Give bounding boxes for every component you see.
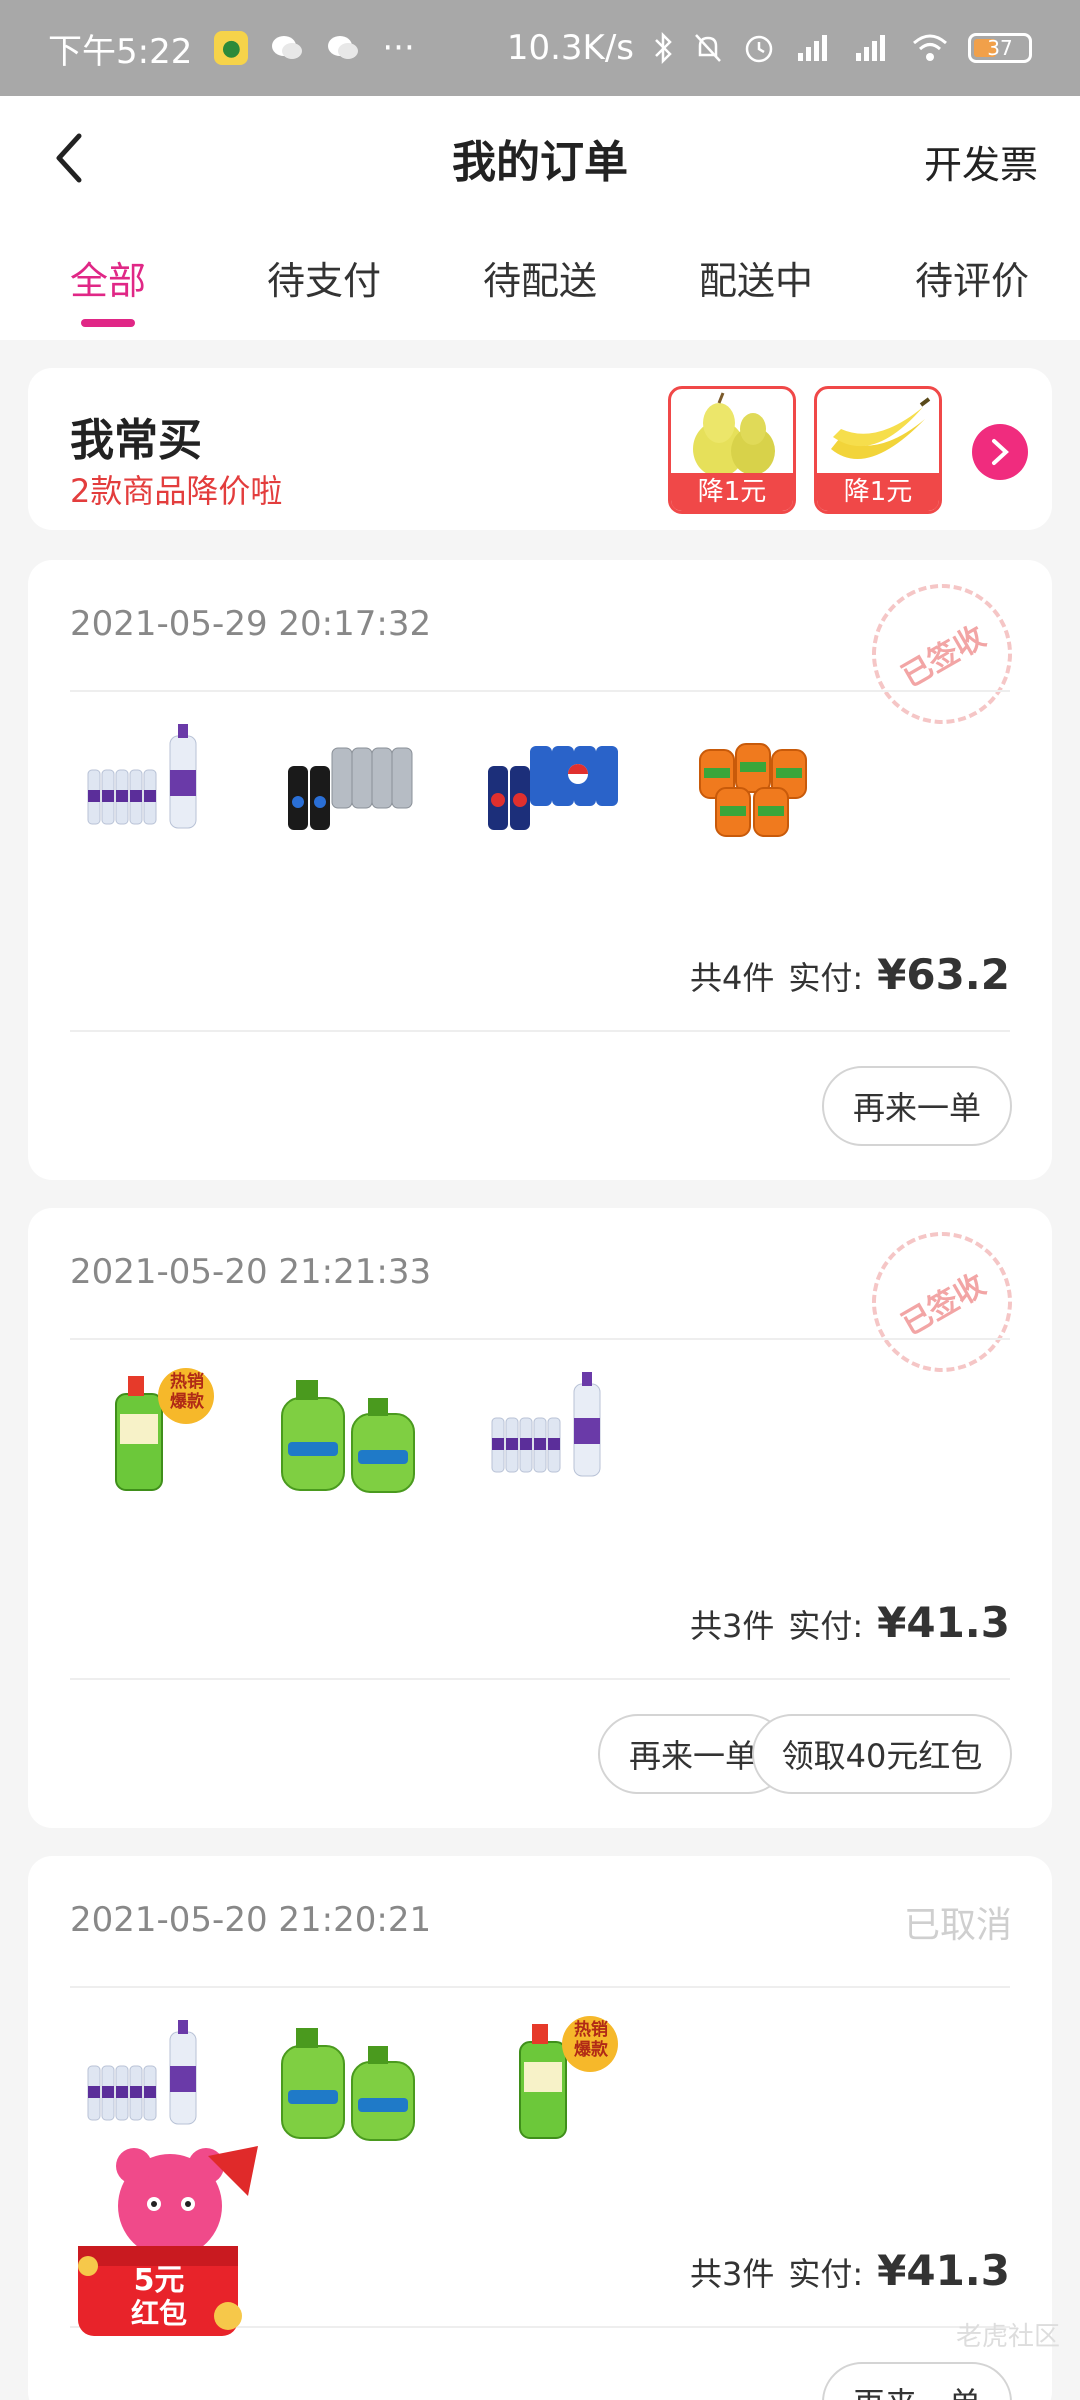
pear-icon	[693, 392, 775, 477]
order-price: ¥63.2	[877, 950, 1010, 999]
tab-label: 待配送	[482, 259, 597, 303]
order-price: ¥41.3	[877, 2246, 1010, 2295]
chevron-left-icon	[56, 133, 82, 183]
battery-level: 37	[987, 36, 1013, 60]
more-notifications: ···	[382, 28, 415, 68]
product-list	[70, 710, 826, 860]
order-summary: 共3件 实付: ¥41.3	[690, 2246, 1010, 2295]
reorder-button[interactable]: 再来一单	[822, 1066, 1012, 1146]
red-packet-label: 红包	[130, 2297, 187, 2330]
divider	[70, 690, 1010, 692]
page-title: 我的订单	[452, 137, 628, 188]
item-count: 共3件	[689, 2255, 775, 2293]
tab-label: 待支付	[266, 259, 381, 303]
back-button[interactable]	[44, 128, 94, 188]
app-notification-icon: ●	[214, 31, 249, 65]
signal-icon	[856, 35, 885, 61]
hot-sale-label: 热销	[170, 1372, 204, 1392]
tab-indicator	[81, 319, 135, 327]
wechat-icon	[326, 31, 360, 65]
order-price: ¥41.3	[877, 1598, 1010, 1647]
hot-sale-label: 爆款	[574, 2040, 608, 2060]
order-card[interactable]: 2021-05-20 21:21:33 已签收 热销 爆款 共3件 实付: ¥4…	[28, 1206, 1052, 1828]
status-time: 下午5:22	[48, 31, 193, 72]
favorite-item[interactable]: 降1元	[814, 386, 942, 514]
divider	[70, 1986, 1010, 1988]
order-date: 2021-05-29 20:17:32	[70, 604, 432, 644]
paid-label: 实付:	[788, 959, 864, 997]
favorite-item[interactable]: 降1元	[668, 386, 796, 514]
item-count: 共3件	[689, 1607, 775, 1645]
tab-pending-payment[interactable]: 待支付	[216, 220, 432, 340]
tab-label: 全部	[69, 259, 146, 303]
reorder-button[interactable]: 再来一单	[822, 2362, 1012, 2400]
water-pack-image	[474, 1358, 624, 1508]
banana-icon	[831, 397, 931, 459]
frequently-bought-title: 我常买	[70, 415, 202, 466]
mute-bell-icon	[695, 34, 721, 62]
network-speed: 10.3K/s	[506, 28, 634, 68]
frequently-bought-card[interactable]: 我常买 2款商品降价啦 降1元 降1元	[28, 368, 1052, 530]
pepsi-pack-image	[474, 710, 624, 860]
product-list: 热销 爆款	[70, 1358, 624, 1508]
watermark: 老虎社区	[955, 2322, 1060, 2352]
divider	[70, 1678, 1010, 1680]
dish-soap-image: 热销 爆款	[70, 1358, 220, 1508]
price-drop-tag: 降1元	[817, 473, 939, 511]
price-drop-tag: 降1元	[671, 473, 793, 511]
hand-soap-image	[272, 2006, 422, 2156]
water-pack-image	[70, 710, 220, 860]
tab-label: 待评价	[914, 259, 1029, 303]
divider	[70, 1338, 1010, 1340]
dish-soap-image: 热销 爆款	[474, 2006, 624, 2156]
chevron-right-icon	[992, 439, 1009, 465]
order-summary: 共3件 实付: ¥41.3	[690, 1598, 1010, 1647]
signed-stamp: 已签收	[846, 1206, 1038, 1398]
pepsi-zero-pack-image	[272, 710, 422, 860]
battery-icon: 37	[968, 33, 1032, 63]
red-packet-amount: 5元	[133, 2263, 185, 2298]
red-packet-floating-button[interactable]: 5元 红包	[58, 2136, 268, 2346]
order-summary: 共4件 实付: ¥63.2	[690, 950, 1010, 999]
alarm-icon	[745, 35, 773, 63]
tab-delivering[interactable]: 配送中	[648, 220, 864, 340]
bluetooth-icon	[655, 31, 672, 65]
more-favorites-button[interactable]	[972, 424, 1028, 480]
tab-all[interactable]: 全部	[0, 220, 216, 340]
order-tabs: 全部 待支付 待配送 配送中 待评价	[0, 220, 1080, 340]
wechat-icon	[270, 31, 304, 65]
wifi-icon	[913, 34, 947, 61]
hand-soap-image	[272, 1358, 422, 1508]
tab-pending-delivery[interactable]: 待配送	[432, 220, 648, 340]
page-header: 我的订单 开发票	[0, 96, 1080, 220]
paid-label: 实付:	[788, 1607, 864, 1645]
order-card[interactable]: 2021-05-29 20:17:32 已签收 共4件 实付: ¥63.2 再来…	[28, 558, 1052, 1180]
signal-icon	[798, 35, 827, 61]
order-status: 已签收	[896, 619, 992, 695]
order-status: 已签收	[896, 1267, 992, 1343]
product-list: 热销 爆款	[70, 2006, 624, 2156]
hot-sale-label: 热销	[574, 2020, 608, 2040]
paid-label: 实付:	[788, 2255, 864, 2293]
hot-sale-label: 爆款	[170, 1392, 204, 1412]
item-count: 共4件	[689, 959, 775, 997]
status-bar: 下午5:22 ● ··· 10.3K/s 37	[0, 0, 1080, 96]
divider	[70, 1030, 1010, 1032]
claim-red-packet-button[interactable]: 领取40元红包	[752, 1714, 1012, 1794]
water-pack-image	[70, 2006, 220, 2156]
mirinda-cans-image	[676, 710, 826, 860]
tab-label: 配送中	[698, 259, 813, 303]
order-date: 2021-05-20 21:21:33	[70, 1252, 432, 1292]
signed-stamp: 已签收	[846, 558, 1038, 750]
invoice-button[interactable]: 开发票	[924, 134, 1038, 189]
order-date: 2021-05-20 21:20:21	[70, 1900, 432, 1940]
price-drop-notice: 2款商品降价啦	[70, 472, 283, 510]
order-status: 已取消	[903, 1905, 1012, 1946]
tab-pending-review[interactable]: 待评价	[864, 220, 1080, 340]
